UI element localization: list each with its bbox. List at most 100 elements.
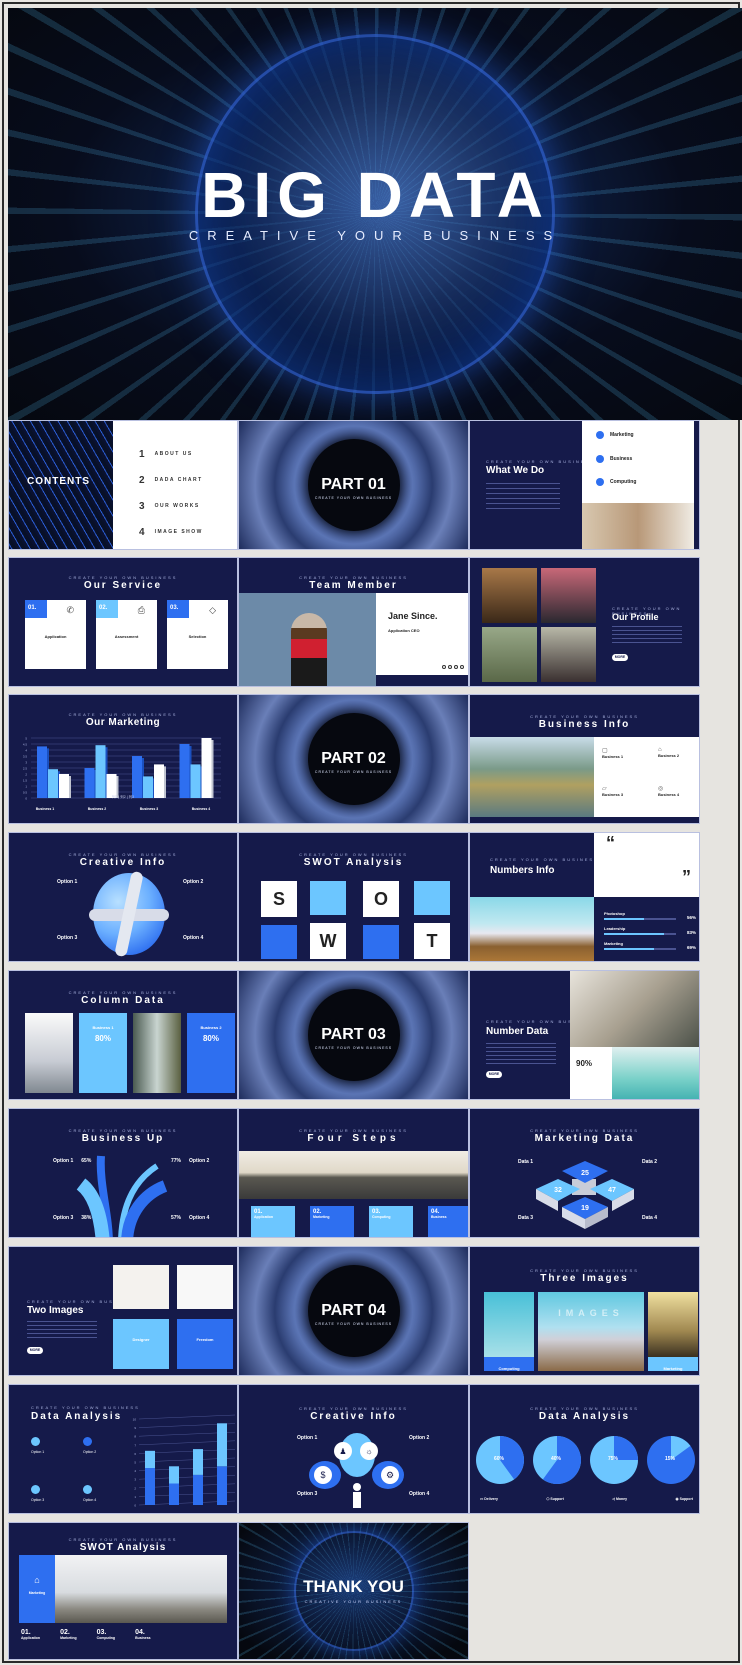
y-tick-label: 0.5 — [23, 791, 28, 795]
slide-swot-1[interactable]: CREATE YOUR OWN BUSINESS SWOT Analysis S… — [238, 832, 469, 962]
y-tick-label: 3 — [25, 761, 27, 765]
option-label: Option 4 — [183, 935, 204, 941]
y-tick-label: 2 — [25, 773, 27, 777]
step-item: 02. Marketing — [60, 1629, 77, 1640]
social-icon[interactable] — [454, 665, 458, 669]
part-title: PART 02 — [321, 750, 386, 767]
sphere-graphic — [89, 870, 169, 958]
y-tick-label: 5 — [25, 737, 27, 741]
slide-contents[interactable]: CONTENTS 1 ABOUT US 2 DADA CHART 3 OUR WORK… — [8, 420, 238, 550]
slide-part-03[interactable]: PART 03 CREATE YOUR OWN BUSINESS — [238, 970, 469, 1100]
pie-value-label: 15% — [665, 1456, 676, 1462]
swot-letter: W — [310, 923, 346, 959]
social-icons — [442, 665, 464, 669]
slide-three-images[interactable]: CREATE YOUR OWN BUSINESS Three Images Co… — [469, 1246, 700, 1376]
skill-bars: Photoshop 56% Leadership 83% Marketing 69% — [604, 911, 696, 956]
slide-our-service[interactable]: CREATE YOUR OWN BUSINESS Our Service 01.… — [8, 557, 238, 687]
hero-title: BIG DATA — [201, 159, 549, 231]
pie-charts: 60% 40% 75% 15% — [476, 1436, 695, 1484]
slide-title: Creative Info — [79, 857, 167, 868]
slide-our-profile[interactable]: CREATE YOUR OWN BUSINESS Our Profile MOR… — [469, 557, 700, 687]
social-icon[interactable] — [442, 665, 446, 669]
slide-column-data[interactable]: CREATE YOUR OWN BUSINESS Column Data Bus… — [8, 970, 238, 1100]
more-button[interactable]: MORE — [486, 1071, 502, 1078]
slide-team-member[interactable]: CREATE YOUR OWN BUSINESS Team Member Jan… — [238, 557, 469, 687]
contents-item[interactable]: 1 ABOUT US — [139, 441, 203, 467]
slide-part-02[interactable]: PART 02 CREATE YOUR OWN BUSINESS — [238, 694, 469, 824]
slide-what-we-do[interactable]: CREATE YOUR OWN BUSINESS What We Do Mark… — [469, 420, 700, 550]
pie-label: ◉ Support — [675, 1497, 693, 1501]
option-item: Option 1 65% — [53, 1158, 92, 1164]
service-item[interactable]: Marketing — [596, 431, 634, 439]
part-title: PART 03 — [321, 1026, 386, 1043]
more-button[interactable]: MORE — [27, 1347, 43, 1354]
slide-our-marketing[interactable]: CREATE YOUR OWN BUSINESS Our Marketing 0… — [8, 694, 238, 824]
service-card[interactable]: 02. ⎙ Assessment — [96, 600, 157, 669]
quote-box: “ ” — [594, 833, 699, 897]
gridline — [138, 1414, 236, 1420]
step-card[interactable]: 03. Computing — [369, 1206, 413, 1237]
slide-thank-you[interactable]: THANK YOU CREATIVE YOUR BUSINESS — [238, 1522, 469, 1660]
slide-swot-2[interactable]: CREATE YOUR OWN BUSINESS SWOT Analysis ⌂… — [8, 1522, 238, 1660]
contents-item[interactable]: 2 DADA CHART — [139, 467, 203, 493]
service-item[interactable]: Business — [596, 455, 632, 463]
slide-title: SWOT Analysis — [79, 1542, 167, 1553]
business-item[interactable]: ⌂ Business 2 — [658, 747, 679, 758]
bar-列3 — [154, 764, 164, 798]
option-dot — [83, 1437, 92, 1446]
slide-part-01[interactable]: PART 01 CREATE YOUR OWN BUSINESS — [238, 420, 469, 550]
swot-letter: T — [414, 923, 450, 959]
option-label: Option 3 — [297, 1491, 318, 1497]
slide-numbers-info[interactable]: CREATE YOUR OWN BUSINESS Numbers Info “ … — [469, 832, 700, 962]
service-cards: 01. ✆ Application 02. ⎙ Assessment 03. ◇ Selec… — [25, 600, 228, 669]
pie-label: ▭ Delivery — [480, 1497, 498, 1501]
tools-photo — [177, 1265, 233, 1309]
slide-creative-info-1[interactable]: CREATE YOUR OWN BUSINESS Creative Info O… — [8, 832, 238, 962]
phone-icon: ✆ — [66, 605, 74, 615]
slide-data-analysis-2[interactable]: CREATE YOUR OWN BUSINESS Data Analysis 6… — [469, 1384, 700, 1514]
stacked-bar-chart: 0 1 2 3 4 5 6 7 8 9 10 — [133, 1414, 236, 1508]
slide-marketing-data[interactable]: CREATE YOUR OWN BUSINESS Marketing Data … — [469, 1108, 700, 1238]
social-icon[interactable] — [448, 665, 452, 669]
stat-box: 90% — [570, 1047, 612, 1099]
slide-business-info[interactable]: CREATE YOUR OWN BUSINESS Business Info ▢… — [469, 694, 700, 824]
stack-segment — [193, 1474, 203, 1505]
skill-track — [604, 933, 676, 935]
service-card[interactable]: 03. ◇ Selection — [167, 600, 228, 669]
skill-fill — [604, 933, 664, 935]
y-tick-label: 8 — [134, 1435, 136, 1439]
social-icon[interactable] — [460, 665, 464, 669]
service-card[interactable]: 01. ✆ Application — [25, 600, 86, 669]
slide-number-data[interactable]: CREATE YOUR OWN BUSINESS Number Data MOR… — [469, 970, 700, 1100]
slide-two-images[interactable]: CREATE YOUR OWN BUSINESS Two Images MORE… — [8, 1246, 238, 1376]
step-card[interactable]: 01. Application — [251, 1206, 295, 1237]
slide-business-up[interactable]: CREATE YOUR OWN BUSINESS Business Up Opt… — [8, 1108, 238, 1238]
step-card[interactable]: 04. Business — [428, 1206, 468, 1237]
title-slide[interactable]: BIG DATA CREATIVE YOUR BUSINESS — [8, 8, 742, 420]
service-item[interactable]: Computing — [596, 478, 636, 486]
plant-photo — [113, 1265, 169, 1309]
option-item: 57% Option 4 — [171, 1215, 210, 1221]
step-item: 03. Computing — [96, 1629, 116, 1640]
slide-part-04[interactable]: PART 04 CREATE YOUR OWN BUSINESS — [238, 1246, 469, 1376]
profile-photo — [482, 568, 537, 623]
slide-creative-info-2[interactable]: CREATE YOUR OWN BUSINESS Creative Info ♟… — [238, 1384, 469, 1514]
slide-four-steps[interactable]: CREATE YOUR OWN BUSINESS Four Steps 01. A… — [238, 1108, 469, 1238]
contents-item[interactable]: 4 IMAGE SHOW — [139, 519, 203, 545]
business-item[interactable]: ▱ Business 3 — [602, 785, 623, 797]
option-item: 77% Option 2 — [171, 1158, 210, 1164]
stack-segment — [145, 1468, 155, 1505]
slide-title: Team Member — [309, 580, 398, 591]
slide-data-analysis-1[interactable]: CREATE YOUR OWN BUSINESS Data Analysis O… — [8, 1384, 238, 1514]
business-item[interactable]: ▢ Business 1 — [602, 747, 623, 759]
more-button[interactable]: MORE — [612, 654, 628, 661]
slide-title: Business Up — [81, 1133, 165, 1144]
step-card[interactable]: 02. Marketing — [310, 1206, 354, 1237]
option-label: Option 1 — [297, 1435, 318, 1441]
contents-title: CONTENTS — [27, 476, 90, 487]
y-tick-label: 5 — [134, 1461, 136, 1465]
business-item[interactable]: ◎ Business 4 — [658, 785, 679, 797]
contents-item[interactable]: 3 OUR WORKS — [139, 493, 203, 519]
computing-icon — [596, 478, 604, 486]
y-tick-label: 9 — [134, 1426, 136, 1430]
